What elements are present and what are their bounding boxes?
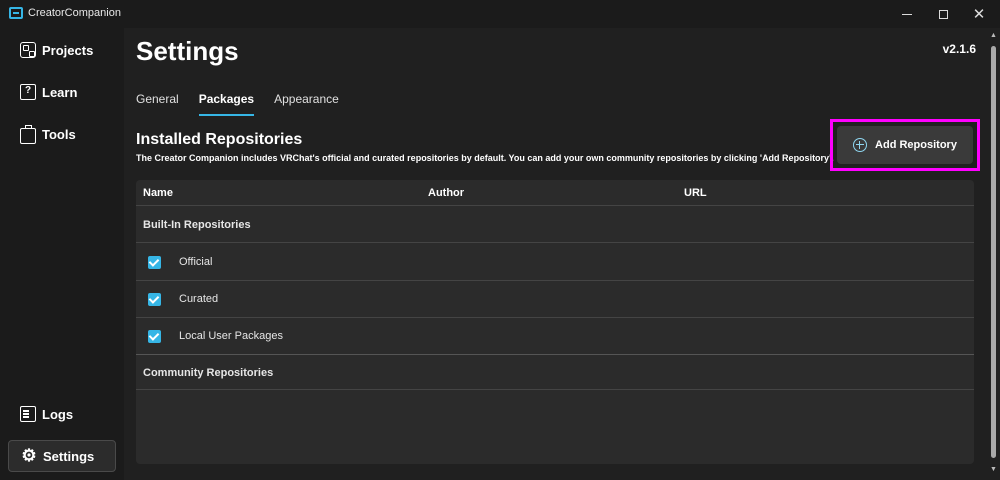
window-title: CreatorCompanion — [28, 7, 121, 19]
toolbox-icon — [20, 124, 36, 144]
sidebar-item-label: Learn — [42, 84, 78, 100]
sidebar-item-tools[interactable]: Tools — [8, 118, 116, 150]
repo-enabled-checkbox[interactable] — [148, 256, 161, 269]
page-title: Settings — [136, 36, 239, 66]
group-label: Community Repositories — [143, 367, 274, 379]
gear-icon: ⚙ — [21, 446, 37, 465]
column-header-url[interactable]: URL — [684, 187, 707, 199]
minimize-icon — [902, 13, 912, 15]
title-bar: CreatorCompanion ✕ — [0, 0, 1000, 28]
minimize-button[interactable] — [890, 0, 924, 28]
sidebar-item-label: Projects — [42, 42, 94, 58]
version-label: v2.1.6 — [942, 42, 976, 56]
close-icon: ✕ — [972, 6, 986, 23]
sidebar-item-learn[interactable]: ? Learn — [8, 76, 116, 108]
maximize-icon — [938, 9, 948, 19]
table-header: Name Author URL — [136, 180, 974, 206]
table-row[interactable]: Curated — [136, 281, 974, 318]
repo-name: Official — [179, 256, 213, 268]
settings-tabs: General Packages Appearance — [136, 92, 359, 116]
close-button[interactable]: ✕ — [962, 0, 996, 28]
plus-circle-icon — [853, 138, 868, 152]
column-header-name[interactable]: Name — [143, 187, 173, 199]
builtin-repositories-group: Built-In Repositories — [136, 207, 974, 243]
group-label: Built-In Repositories — [143, 219, 251, 231]
repositories-table: Name Author URL Built-In Repositories Of… — [136, 180, 974, 464]
repo-name: Curated — [179, 293, 219, 305]
add-repository-button[interactable]: Add Repository — [837, 126, 973, 164]
logs-icon — [20, 406, 36, 422]
settings-main: Settings v2.1.6 General Packages Appeara… — [124, 28, 988, 480]
repo-enabled-checkbox[interactable] — [148, 330, 161, 343]
column-header-author[interactable]: Author — [428, 187, 464, 199]
vertical-scrollbar[interactable]: ▲ ▼ — [988, 28, 1000, 480]
sidebar-item-settings[interactable]: ⚙ Settings — [8, 440, 116, 472]
tab-general[interactable]: General — [136, 92, 179, 112]
community-repositories-group: Community Repositories — [136, 354, 974, 390]
book-icon: ? — [20, 84, 36, 100]
sidebar-item-projects[interactable]: Projects — [8, 34, 116, 66]
scroll-up-icon[interactable]: ▲ — [990, 32, 997, 39]
add-repository-label: Add Repository — [875, 139, 957, 151]
tab-appearance[interactable]: Appearance — [274, 92, 339, 112]
table-row[interactable]: Local User Packages — [136, 318, 974, 355]
tab-packages[interactable]: Packages — [198, 92, 255, 116]
sidebar-item-label: Settings — [43, 448, 95, 464]
maximize-button[interactable] — [926, 0, 960, 28]
scrollbar-thumb[interactable] — [991, 46, 996, 458]
section-description: The Creator Companion includes VRChat's … — [136, 153, 834, 163]
sidebar-item-label: Logs — [42, 406, 74, 422]
repo-enabled-checkbox[interactable] — [148, 293, 161, 306]
scroll-down-icon[interactable]: ▼ — [990, 466, 997, 473]
repo-name: Local User Packages — [179, 330, 283, 342]
grid-icon — [20, 42, 36, 58]
app-logo-icon — [9, 7, 23, 19]
sidebar: Projects ? Learn Tools Logs ⚙ Settings — [0, 28, 124, 480]
sidebar-item-label: Tools — [42, 126, 76, 142]
sidebar-item-logs[interactable]: Logs — [8, 398, 116, 430]
table-row[interactable]: Official — [136, 244, 974, 281]
section-title: Installed Repositories — [136, 131, 303, 148]
